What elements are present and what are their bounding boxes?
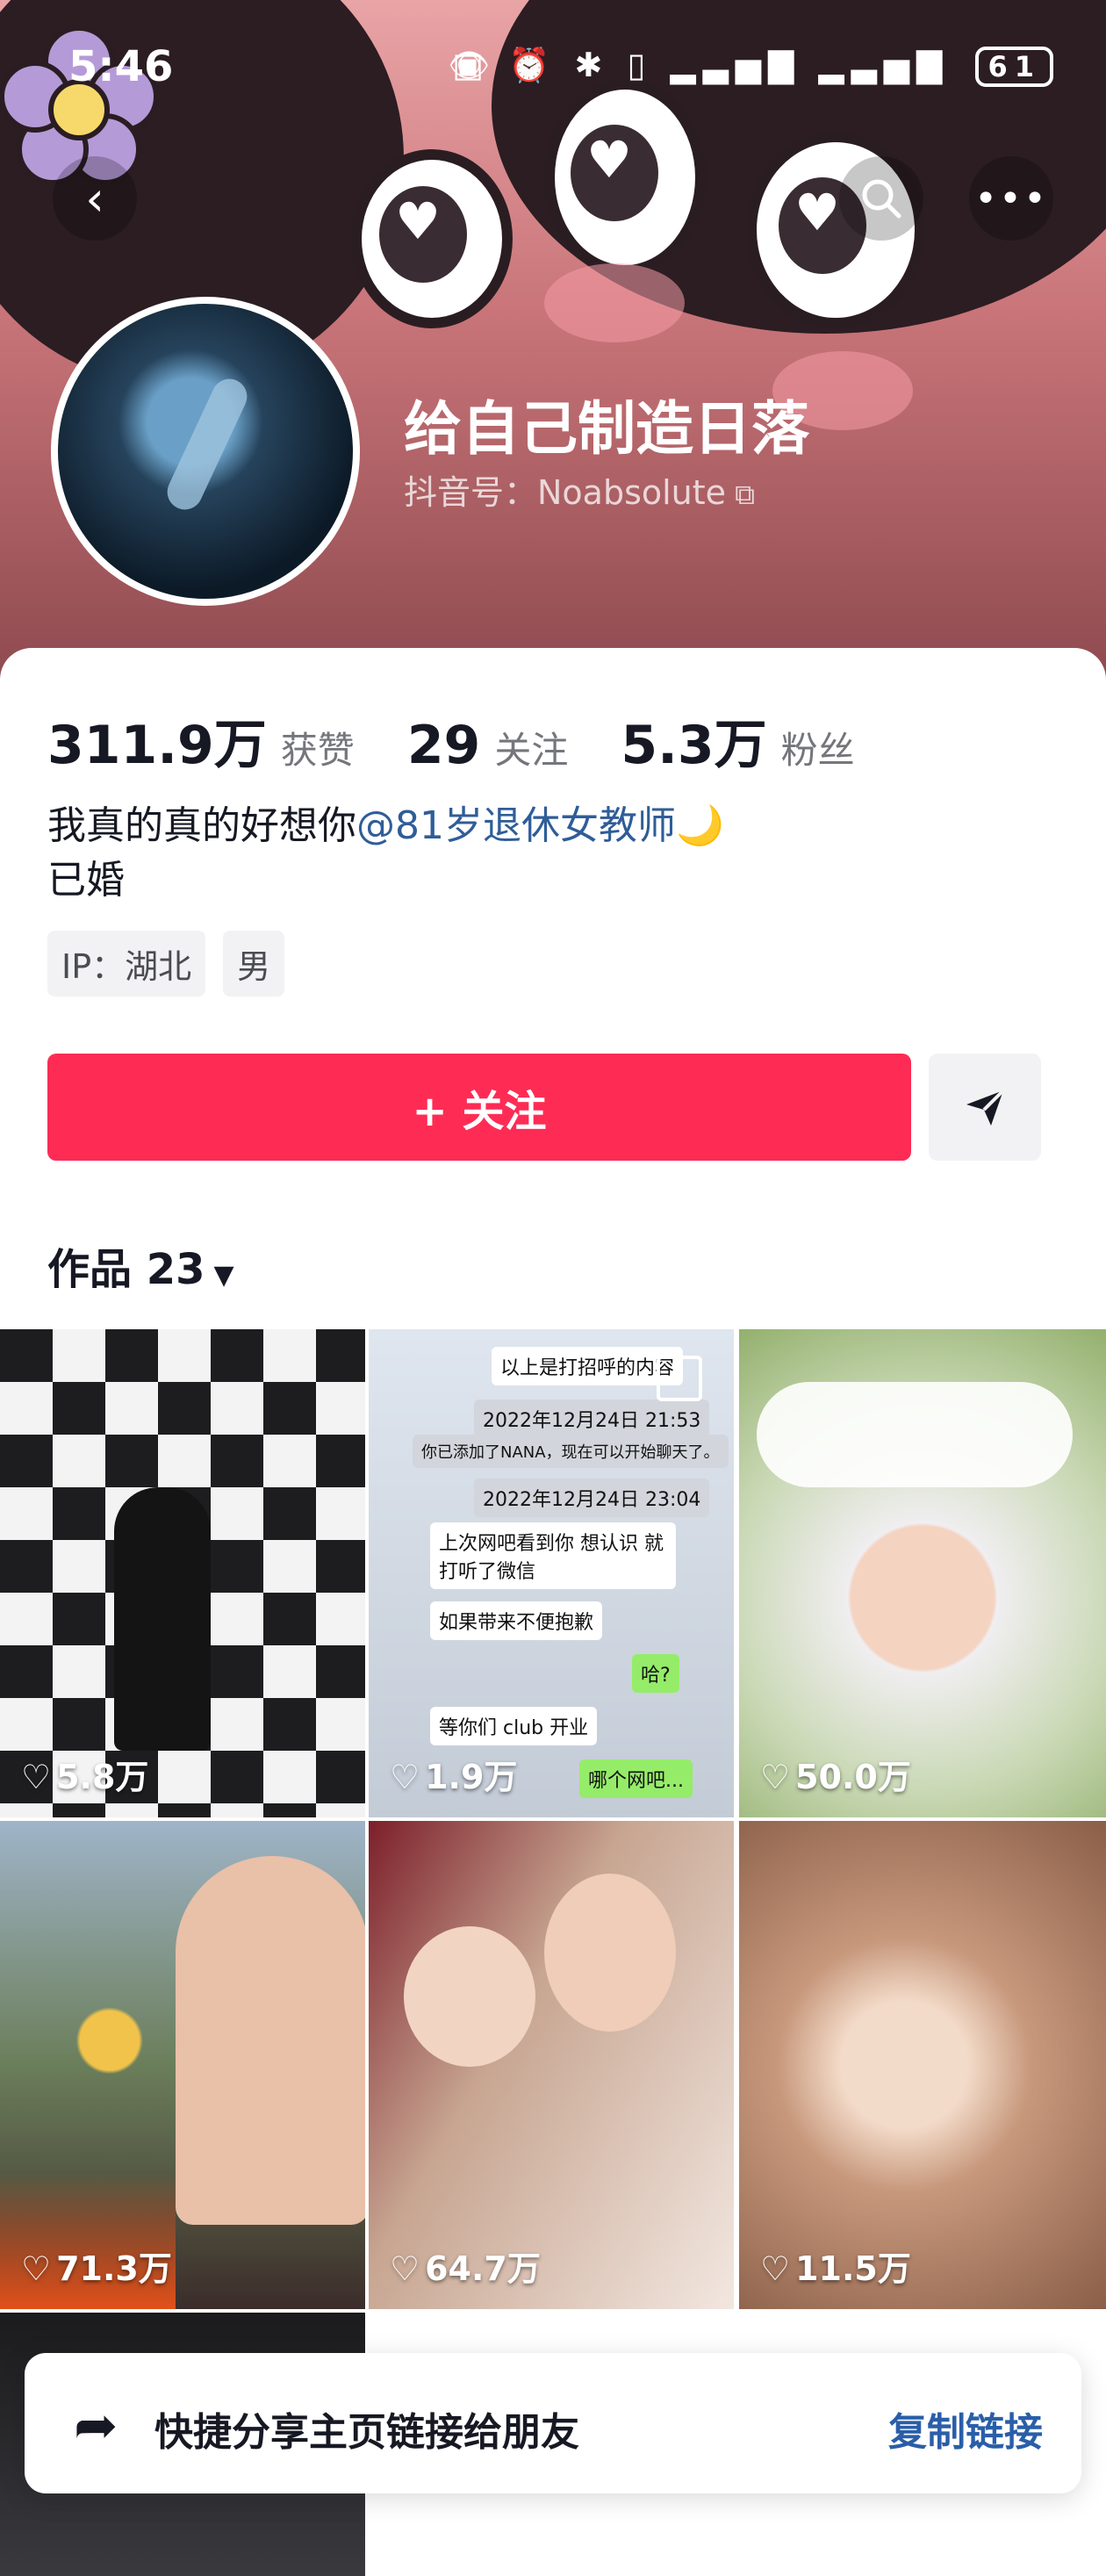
stat-likes[interactable]: 311.9万 获赞 (47, 702, 355, 779)
video-thumbnail[interactable]: 以上是打招呼的内容 2022年12月24日 21:53 你已添加了NANA，现在… (369, 1329, 734, 1817)
video-thumbnail[interactable]: ♡ 64.7万 (369, 1821, 734, 2309)
heart-icon: ♡ (760, 2249, 791, 2288)
chat-text: 如果带来不便抱歉 (430, 1601, 603, 1640)
follow-button[interactable]: + 关注 (47, 1054, 911, 1161)
bio-mention-link[interactable]: @81岁退休女教师 (356, 803, 676, 848)
thumb-face (176, 1856, 365, 2225)
bio-text: 我真的真的好想你 (47, 803, 356, 848)
banner-art-blush (544, 263, 685, 342)
like-count: ♡ 50.0万 (760, 1750, 911, 1798)
search-button[interactable] (839, 156, 923, 241)
stat-following[interactable]: 29 关注 (407, 715, 569, 776)
status-time: 5:46 (68, 42, 174, 91)
vibrate-icon: ▯ (627, 46, 653, 84)
chat-text: 等你们 club 开业 (430, 1707, 598, 1745)
stat-label: 获赞 (280, 729, 355, 772)
video-thumbnail[interactable]: ♡ 11.5万 (739, 1821, 1106, 2309)
heart-icon: ♡ (390, 1758, 420, 1796)
back-button[interactable]: ‹ (53, 156, 137, 241)
nfc-icon: ▣ (452, 46, 491, 84)
profile-banner: 5:46 👁 ▣ ⏰ ✱ ▯ ▂▃▅▇ ▂▃▅▇ 61 ‹ ••• 给自己制造日… (0, 0, 1106, 685)
like-count: ♡ 71.3万 (21, 2241, 172, 2290)
share-profile-banner: ➦ 快捷分享主页链接给朋友 复制链接 (25, 2353, 1081, 2493)
more-dots-icon: ••• (974, 176, 1048, 221)
battery-icon: 61 (975, 47, 1053, 87)
stat-value: 311.9万 (47, 715, 267, 776)
stat-value: 29 (406, 715, 481, 776)
like-count-text: 64.7万 (425, 2249, 541, 2288)
like-count-text: 71.3万 (56, 2249, 172, 2288)
banner-art-eye (544, 79, 706, 276)
heart-icon: ♡ (760, 1758, 791, 1796)
chat-text: 你已添加了NANA，现在可以开始聊天了。 (413, 1435, 729, 1468)
share-arrow-icon: ➦ (74, 2395, 118, 2457)
bio: 我真的真的好想你@81岁退休女教师🌙 已婚 (47, 799, 724, 908)
more-button[interactable]: ••• (969, 156, 1053, 241)
chat-text: 2022年12月24日 23:04 (474, 1479, 710, 1517)
like-count-text: 1.9万 (425, 1758, 518, 1796)
signal-icon: ▂▃▅▇ (818, 46, 950, 84)
copy-icon[interactable]: ⧉ (735, 478, 755, 511)
message-button[interactable] (929, 1054, 1041, 1161)
avatar[interactable] (51, 297, 360, 606)
like-count-text: 5.8万 (56, 1758, 149, 1796)
heart-icon: ♡ (21, 2249, 52, 2288)
like-count: ♡ 1.9万 (390, 1750, 517, 1798)
chat-text: 上次网吧看到你 想认识 就打听了微信 (430, 1522, 676, 1589)
alarm-icon: ⏰ (508, 46, 557, 84)
stat-label: 粉丝 (780, 729, 855, 772)
send-icon (966, 1089, 1005, 1126)
search-icon (862, 179, 901, 219)
works-tab[interactable]: 作品 23 ▼ (47, 1234, 234, 1296)
share-text: 快捷分享主页链接给朋友 (154, 2410, 579, 2455)
chat-text: 哈? (632, 1654, 679, 1693)
bio-line-2: 已婚 (47, 858, 125, 903)
like-count: ♡ 5.8万 (21, 1750, 148, 1798)
thumb-figure (114, 1487, 211, 1751)
heart-icon: ♡ (21, 1758, 52, 1796)
bluetooth-icon: ✱ (574, 46, 610, 84)
multi-image-icon (657, 1356, 702, 1401)
follow-label: + 关注 (412, 1087, 547, 1136)
signal-icon: ▂▃▅▇ (670, 46, 801, 84)
thumb-face (404, 1926, 535, 2067)
banner-art-eye (351, 149, 513, 328)
caret-down-icon: ▼ (213, 1260, 234, 1291)
douyin-id-text: 抖音号：Noabsolute (404, 473, 727, 512)
video-thumbnail[interactable]: ♡ 5.8万 (0, 1329, 365, 1817)
profile-card: 311.9万 获赞 29 关注 5.3万 粉丝 我真的真的好想你@81岁退休女教… (0, 648, 1106, 1333)
douyin-id[interactable]: 抖音号：Noabsolute ⧉ (404, 465, 755, 514)
status-bar: 5:46 👁 ▣ ⏰ ✱ ▯ ▂▃▅▇ ▂▃▅▇ 61 (0, 35, 1106, 105)
heart-icon: ♡ (390, 2249, 420, 2288)
copy-link-button[interactable]: 复制链接 (888, 2400, 1043, 2457)
profile-name: 给自己制造日落 (404, 395, 809, 463)
stat-value: 5.3万 (621, 715, 767, 776)
chat-text: 以上是打招呼的内容 (492, 1347, 684, 1385)
gender-tag: 男 (223, 931, 285, 997)
stats-row: 311.9万 获赞 29 关注 5.3万 粉丝 (47, 702, 908, 779)
thumb-headpiece (757, 1382, 1073, 1487)
like-count-text: 50.0万 (795, 1758, 911, 1796)
video-thumbnail[interactable]: ♡ 50.0万 (739, 1329, 1106, 1817)
works-title-text: 作品 23 (47, 1245, 205, 1294)
like-count: ♡ 11.5万 (760, 2241, 911, 2290)
stat-followers[interactable]: 5.3万 粉丝 (621, 702, 854, 779)
status-icons: ▣ ⏰ ✱ ▯ ▂▃▅▇ ▂▃▅▇ 61 (452, 46, 1053, 87)
tag-row: IP：湖北 男 (47, 931, 302, 997)
chat-text: 2022年12月24日 21:53 (474, 1400, 710, 1438)
chevron-left-icon: ‹ (85, 170, 104, 227)
ip-tag: IP：湖北 (47, 931, 206, 997)
like-count-text: 11.5万 (795, 2249, 911, 2288)
moon-icon: 🌙 (676, 803, 724, 848)
stat-label: 关注 (494, 729, 569, 772)
chat-text: 哪个网吧... (579, 1759, 693, 1798)
video-thumbnail[interactable]: ♡ 71.3万 (0, 1821, 365, 2309)
like-count: ♡ 64.7万 (390, 2241, 541, 2290)
thumb-face (544, 1874, 676, 2032)
